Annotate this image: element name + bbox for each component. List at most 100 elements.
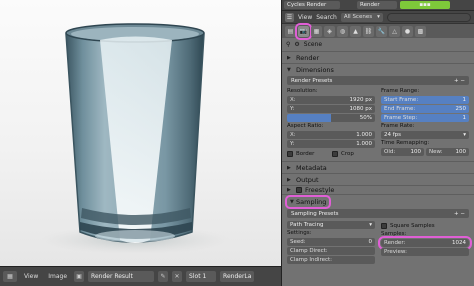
- slot-label: Slot 1: [189, 273, 207, 280]
- expand-down-icon: ▼: [287, 66, 291, 73]
- sampling-presets-dropdown[interactable]: Sampling Presets + −: [287, 209, 469, 218]
- collapse-right-icon: ▶: [287, 54, 291, 61]
- crop-checkbox[interactable]: Crop: [332, 149, 375, 158]
- frame-rate-value: 24 fps: [384, 132, 402, 138]
- progress-bar: ▪▪▪: [400, 1, 450, 9]
- end-frame-label: End Frame:: [384, 106, 416, 112]
- frame-rate-label: Frame Rate:: [381, 123, 415, 129]
- editor-type-icon[interactable]: ▦: [3, 271, 17, 282]
- crop-check-box: [332, 150, 338, 157]
- integrator-dropdown[interactable]: Path Tracing ▾: [287, 221, 375, 229]
- render-menu[interactable]: Render: [357, 1, 397, 9]
- texture-icon[interactable]: ▩: [415, 25, 426, 37]
- render-tab-camera-icon[interactable]: 📷: [295, 22, 312, 40]
- sampling-highlight: ▼ Sampling: [284, 194, 332, 209]
- seed-label: Seed:: [290, 239, 306, 245]
- world-icon[interactable]: ◍: [337, 25, 348, 37]
- outliner-search-input[interactable]: [386, 12, 471, 22]
- top-info-bar: Cycles Render Render ▪▪▪: [282, 0, 474, 10]
- start-frame-field[interactable]: Start Frame: 1: [381, 96, 469, 104]
- modifiers-icon[interactable]: 🔧: [376, 25, 387, 37]
- old-label: Old:: [384, 149, 396, 155]
- frame-step-label: Frame Step:: [384, 115, 418, 121]
- panel-metadata-title: Metadata: [296, 163, 327, 172]
- aspect-x-label: X:: [290, 132, 296, 138]
- render-layers-icon[interactable]: ▦: [311, 25, 322, 37]
- panel-freestyle-title: Freestyle: [305, 186, 335, 194]
- clamp-direct-field[interactable]: Clamp Direct:: [287, 247, 375, 255]
- resolution-x-field[interactable]: X: 1920 px: [287, 96, 375, 104]
- aspect-y-value: 1.000: [356, 141, 372, 147]
- clamp-indirect-field[interactable]: Clamp Indirect:: [287, 256, 375, 264]
- panel-dimensions-body: Render Presets + − Resolution: X: 1920 p…: [282, 75, 474, 161]
- seed-field[interactable]: Seed: 0: [287, 238, 375, 246]
- material-icon[interactable]: ●: [402, 25, 413, 37]
- properties-editor-icon[interactable]: ▤: [285, 25, 296, 37]
- resolution-percent-slider[interactable]: 50%: [287, 114, 375, 122]
- outliner-search-menu[interactable]: Search: [316, 14, 337, 21]
- panel-render-title: Render: [296, 53, 320, 62]
- new-value: 100: [455, 149, 467, 155]
- panel-output-header[interactable]: ▶ Output: [282, 173, 474, 185]
- aspect-x-field[interactable]: X: 1.000: [287, 131, 375, 139]
- scenes-dropdown[interactable]: All Scenes ▾: [340, 12, 383, 22]
- render-samples-field[interactable]: Render: 1024: [378, 236, 472, 250]
- resolution-percent-fill: [287, 114, 331, 122]
- outliner-icon[interactable]: ☰: [285, 12, 294, 22]
- panel-render-header[interactable]: ▶ Render: [282, 51, 474, 63]
- object-icon[interactable]: ▲: [350, 25, 361, 37]
- border-checkbox[interactable]: Border: [287, 149, 330, 158]
- start-frame-label: Start Frame:: [384, 97, 419, 103]
- frame-rate-dropdown[interactable]: 24 fps ▾: [381, 131, 469, 139]
- preview-samples-field[interactable]: Preview:: [381, 248, 469, 256]
- breadcrumb-scene: Scene: [303, 41, 323, 48]
- layer-dropdown[interactable]: RenderLa: [220, 271, 255, 282]
- scene-icon[interactable]: ◈: [324, 25, 335, 37]
- resolution-label: Resolution:: [287, 88, 318, 94]
- chevron-down-icon: ▾: [377, 14, 380, 20]
- view-menu[interactable]: View: [21, 273, 41, 280]
- render-presets-dropdown[interactable]: Render Presets + −: [287, 76, 469, 85]
- aspect-ratio-label: Aspect Ratio:: [287, 123, 324, 129]
- pin-icon[interactable]: ⚲: [286, 41, 290, 48]
- render-viewport[interactable]: [0, 0, 281, 266]
- render-presets-label: Render Presets: [291, 77, 333, 84]
- preview-samples-label: Preview:: [384, 249, 407, 255]
- new-label: New:: [429, 149, 443, 155]
- image-name-field[interactable]: Render Result: [88, 271, 155, 282]
- outliner-view-menu[interactable]: View: [298, 14, 312, 21]
- border-label: Border: [296, 150, 315, 157]
- layer-label: RenderLa: [223, 273, 252, 280]
- collapse-right-icon: ▶: [287, 187, 291, 193]
- pin-icon[interactable]: ✎: [158, 271, 169, 282]
- freestyle-check-box[interactable]: [296, 187, 302, 193]
- collapse-right-icon: ▶: [287, 164, 291, 171]
- resolution-y-field[interactable]: Y: 1080 px: [287, 105, 375, 113]
- square-samples-checkbox[interactable]: Square Samples: [381, 221, 469, 230]
- image-menu[interactable]: Image: [45, 273, 70, 280]
- constraints-icon[interactable]: ⛓: [363, 25, 374, 37]
- aspect-y-field[interactable]: Y: 1.000: [287, 140, 375, 148]
- plus-minus-icon: + −: [454, 77, 465, 84]
- rendered-glass-image: [40, 23, 230, 254]
- data-icon[interactable]: △: [389, 25, 400, 37]
- image-editor-header: ▦ View Image ▣ Render Result ✎ ✕ Slot 1 …: [0, 266, 281, 286]
- panel-sampling-body: Sampling Presets + − Path Tracing ▾ Sett…: [282, 208, 474, 267]
- panel-sampling-header[interactable]: ▼ Sampling: [282, 194, 474, 209]
- samples-label: Samples:: [381, 231, 407, 237]
- end-frame-field[interactable]: End Frame: 250: [381, 105, 469, 113]
- close-image-icon[interactable]: ✕: [172, 271, 183, 282]
- render-engine-dropdown[interactable]: Cycles Render: [284, 1, 340, 9]
- panel-metadata-header[interactable]: ▶ Metadata: [282, 161, 474, 173]
- old-field[interactable]: Old: 100: [381, 148, 424, 156]
- clamp-direct-label: Clamp Direct:: [290, 248, 328, 254]
- resolution-percent-value: 50%: [359, 115, 372, 121]
- properties-tabs: ▤ 📷 ▦ ◈ ◍ ▲ ⛓ 🔧 △ ● ▩: [282, 22, 474, 40]
- slot-dropdown[interactable]: Slot 1: [186, 271, 217, 282]
- panel-dimensions-header[interactable]: ▼ Dimensions: [282, 63, 474, 75]
- new-field[interactable]: New: 100: [426, 148, 469, 156]
- image-browse-icon[interactable]: ▣: [74, 271, 85, 282]
- image-name-label: Render Result: [91, 273, 133, 280]
- panel-freestyle-header[interactable]: ▶ Freestyle: [282, 185, 474, 194]
- frame-step-field[interactable]: Frame Step: 1: [381, 114, 469, 122]
